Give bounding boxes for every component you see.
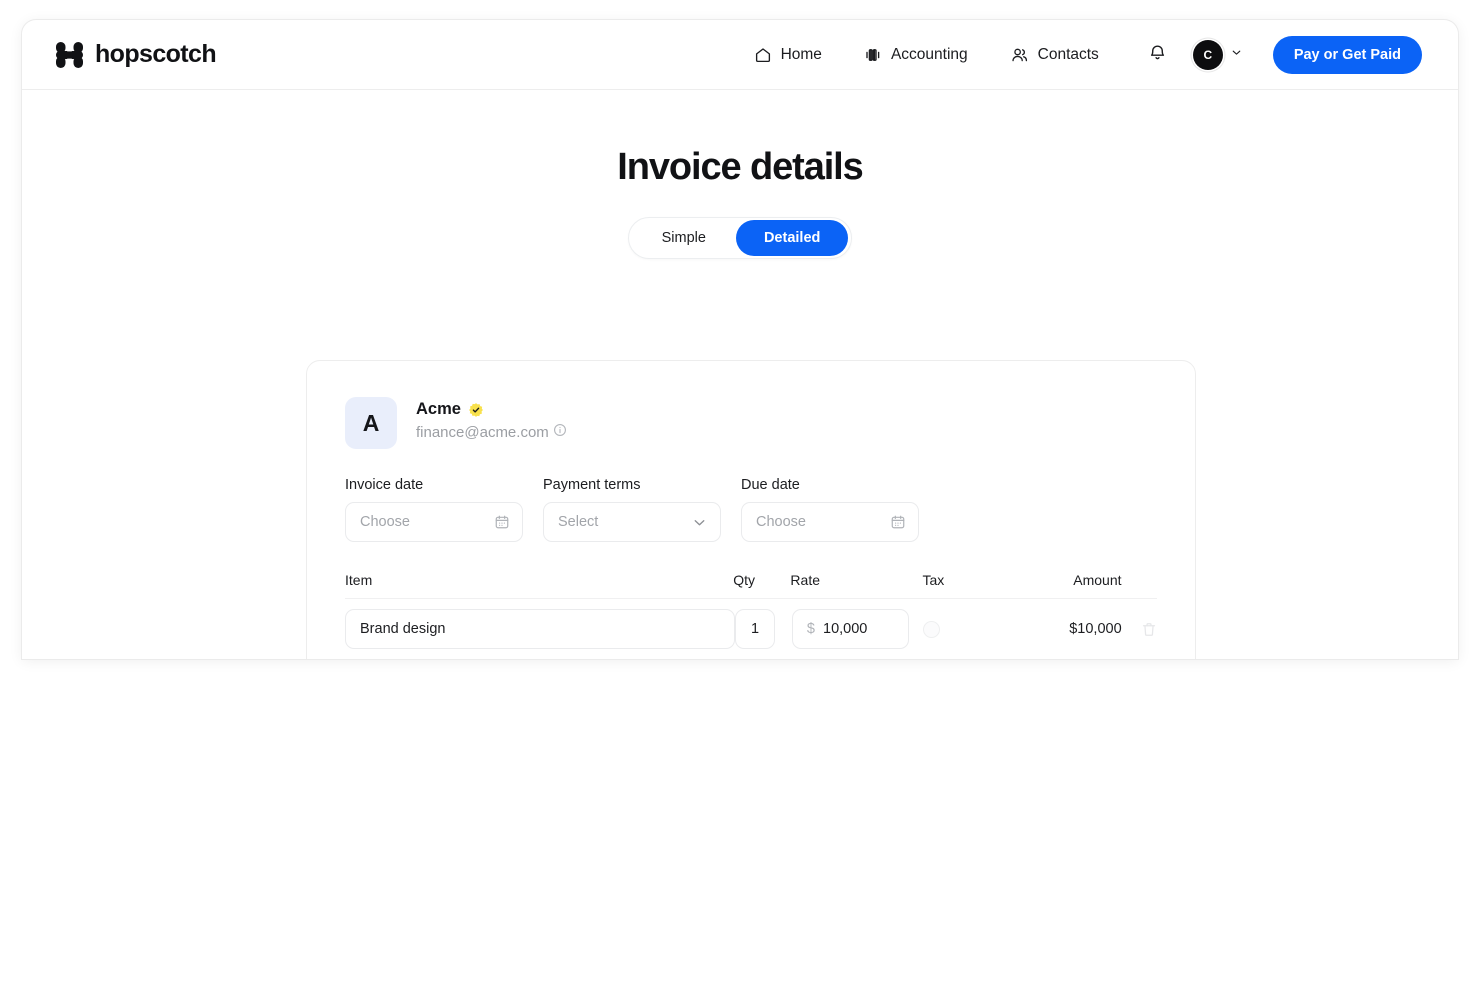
brand-name: hopscotch [95, 40, 217, 68]
due-date-input[interactable]: Choose [741, 502, 919, 542]
invoice-date-placeholder: Choose [360, 514, 410, 530]
column-header-amount: Amount [1073, 572, 1122, 588]
payment-terms-label: Payment terms [543, 477, 641, 493]
line-items-table: Item Qty Rate Tax Amount Brand design 1 … [345, 572, 1157, 659]
home-icon [754, 46, 772, 64]
tab-simple[interactable]: Simple [632, 220, 736, 256]
pay-or-get-paid-button[interactable]: Pay or Get Paid [1272, 35, 1422, 74]
info-circle-icon[interactable] [553, 423, 567, 442]
line-items-header-row: Item Qty Rate Tax Amount [345, 572, 1157, 599]
bar-chart-icon [864, 46, 882, 64]
invoice-date-label: Invoice date [345, 477, 424, 493]
primary-nav: Home Accounting Contacts [754, 46, 1099, 64]
due-date-placeholder: Choose [756, 514, 806, 530]
people-icon [1010, 46, 1029, 64]
item-rate-value: 10,000 [823, 621, 868, 637]
tab-detailed[interactable]: Detailed [735, 220, 849, 256]
trash-icon[interactable] [1141, 621, 1157, 638]
avatar: C [1192, 39, 1223, 70]
line-item-delete-cell [1122, 621, 1157, 638]
nav-item-accounting[interactable]: Accounting [864, 46, 968, 64]
table-row: Strategy 2 $ 5,000 [345, 649, 1157, 659]
due-date-field: Due date Choose [741, 477, 919, 542]
screen: hopscotch Home Accounting Contacts C Pay… [0, 0, 1480, 987]
payment-terms-select[interactable]: Select [543, 502, 721, 542]
hopscotch-h-logo-icon [56, 41, 83, 68]
column-header-qty: Qty [733, 572, 756, 588]
calendar-icon [890, 514, 906, 530]
payment-terms-field: Payment terms Select [543, 477, 721, 542]
notifications-button[interactable] [1141, 38, 1175, 72]
invoice-meta-fields: Invoice date Choose Payment terms Select… [345, 477, 1157, 542]
nav-item-contacts[interactable]: Contacts [1010, 46, 1099, 64]
line-item-tax-cell [923, 620, 1031, 638]
line-item-description-cell: Brand design [345, 609, 735, 649]
nav-item-home[interactable]: Home [754, 46, 822, 64]
verified-badge-icon [468, 402, 484, 418]
chevron-down-icon [691, 514, 708, 531]
calendar-icon [494, 514, 510, 530]
customer-name: Acme [416, 400, 461, 418]
invoice-card: A Acme finance@acme.com Invoice date Cho… [306, 360, 1196, 659]
item-description-input[interactable]: Brand design [345, 609, 735, 649]
item-qty-input[interactable]: 1 [735, 609, 775, 649]
line-item-qty-cell: 1 [735, 609, 792, 649]
nav-item-home-label: Home [780, 45, 822, 63]
currency-symbol: $ [806, 621, 815, 637]
customer-email-row: finance@acme.com [416, 423, 567, 442]
page-body: Invoice details Simple Detailed A Acme f… [22, 90, 1458, 659]
column-header-item: Item [345, 572, 373, 588]
nav-item-contacts-label: Contacts [1037, 45, 1099, 63]
browser-viewport: hopscotch Home Accounting Contacts C Pay… [22, 20, 1458, 659]
page-title: Invoice details [617, 146, 863, 188]
invoice-date-field: Invoice date Choose [345, 477, 523, 542]
customer-block[interactable]: A Acme finance@acme.com [345, 397, 1157, 449]
item-rate-input[interactable]: $ 10,000 [791, 609, 909, 649]
view-toggle-wrapper: Simple Detailed [22, 217, 1458, 259]
column-header-rate: Rate [790, 572, 820, 588]
item-amount: $10,000 [1069, 621, 1122, 637]
line-item-rate-cell: $ 10,000 [791, 609, 924, 649]
customer-email: finance@acme.com [416, 424, 549, 441]
nav-item-accounting-label: Accounting [890, 45, 968, 63]
table-row: Brand design 1 $ 10,000 $10,000 [345, 599, 1157, 649]
customer-info: Acme finance@acme.com [416, 397, 567, 442]
brand-logo[interactable]: hopscotch [56, 40, 217, 68]
customer-avatar: A [345, 397, 397, 449]
invoice-date-input[interactable]: Choose [345, 502, 523, 542]
column-header-tax: Tax [922, 572, 945, 588]
item-tax-toggle[interactable] [923, 620, 941, 638]
customer-name-row: Acme [416, 400, 567, 419]
chevron-down-icon [1230, 46, 1243, 64]
payment-terms-placeholder: Select [558, 514, 599, 530]
due-date-label: Due date [741, 477, 800, 493]
top-navigation-bar: hopscotch Home Accounting Contacts C Pay… [22, 20, 1458, 90]
view-toggle: Simple Detailed [627, 217, 853, 259]
nav-actions: C Pay or Get Paid [1141, 35, 1422, 74]
account-menu[interactable]: C [1192, 39, 1243, 70]
bell-icon [1148, 43, 1167, 67]
